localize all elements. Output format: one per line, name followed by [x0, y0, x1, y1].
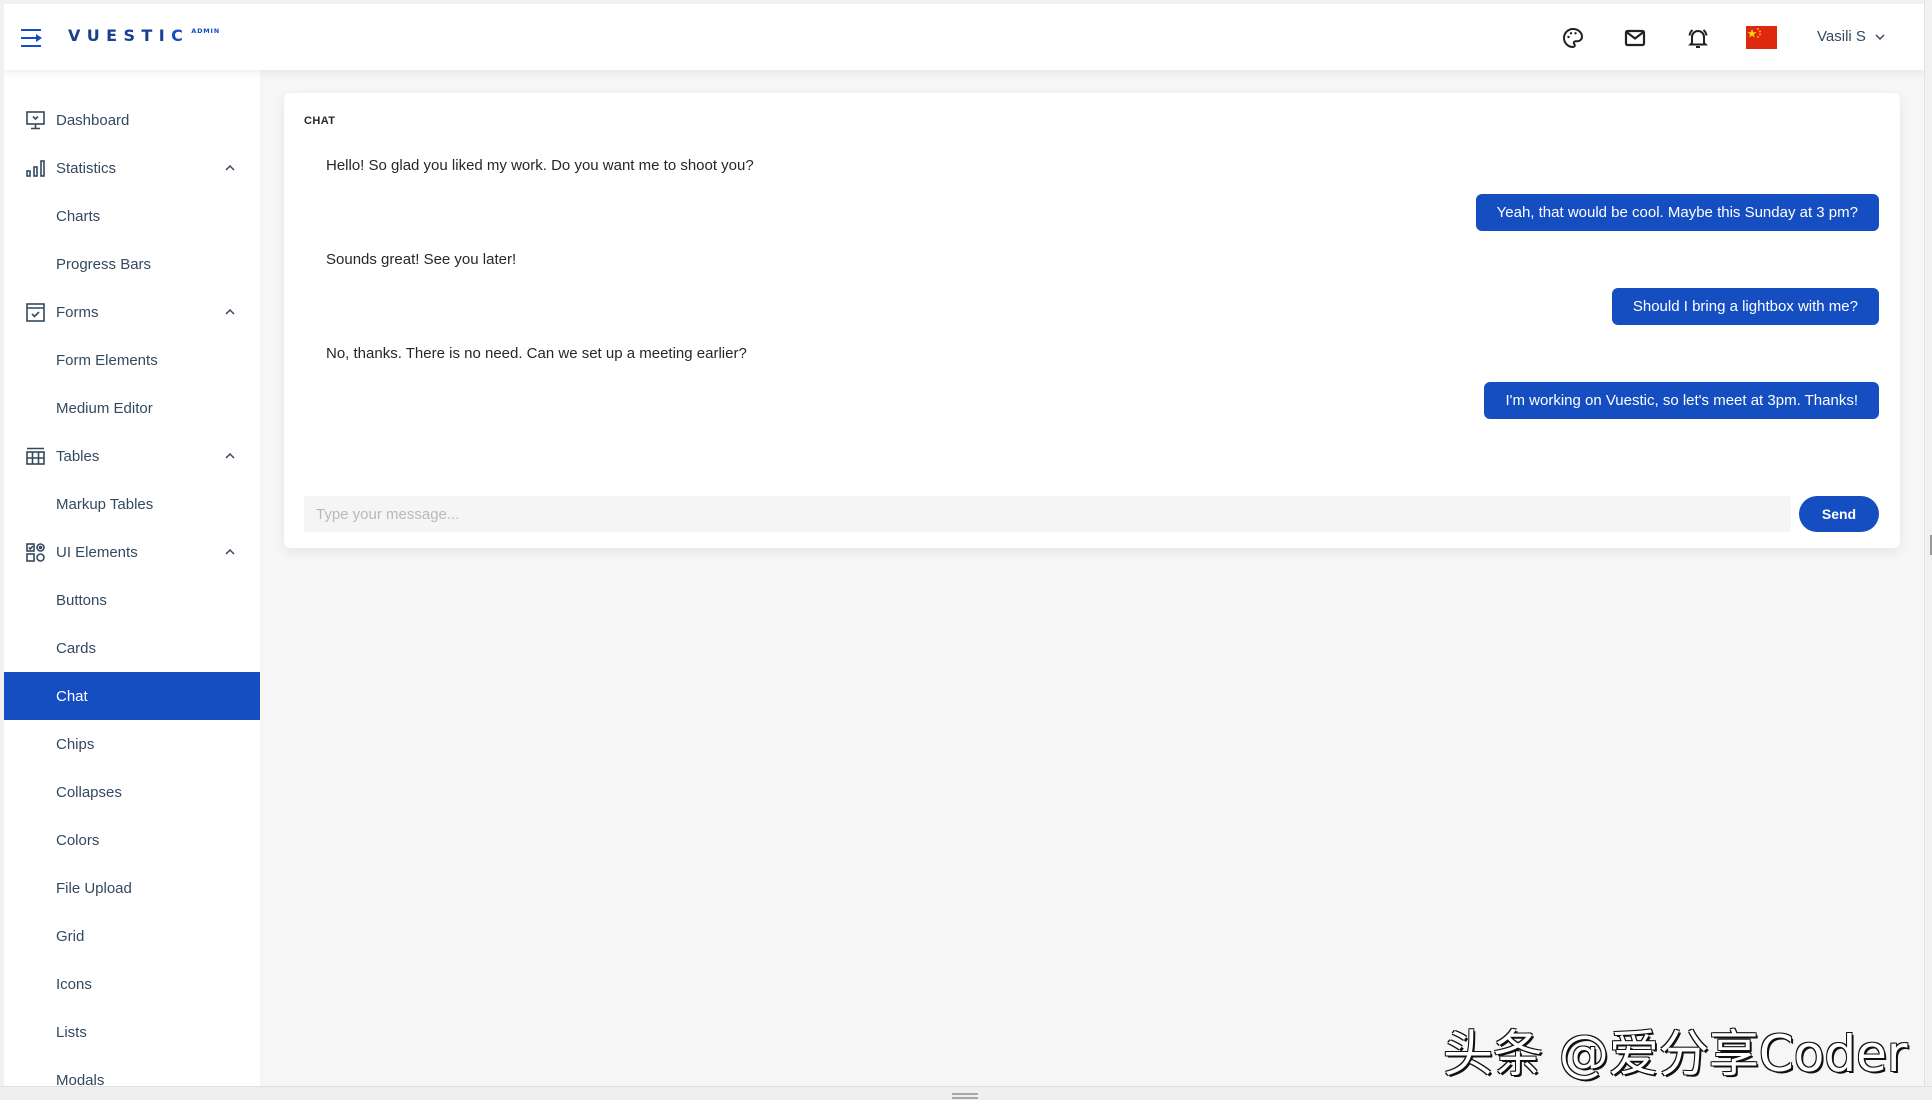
sidebar-item-label: Chat: [56, 687, 88, 705]
top-navbar: VUESTIC ADMIN Vasili S: [4, 4, 1924, 70]
sidebar-item-lists[interactable]: Lists: [4, 1008, 260, 1056]
message-list: Hello! So glad you liked my work. Do you…: [304, 142, 1879, 424]
sidebar-item-label: Forms: [56, 303, 99, 321]
forms-icon: [25, 302, 46, 323]
logo[interactable]: VUESTIC ADMIN: [68, 26, 220, 45]
sidebar-item-label: Modals: [56, 1071, 105, 1087]
message-text: Sounds great! See you later!: [326, 251, 517, 268]
sidebar-item-medium-editor[interactable]: Medium Editor: [4, 384, 260, 432]
sidebar-item-label: Tables: [56, 447, 100, 465]
message-text: Hello! So glad you liked my work. Do you…: [326, 157, 754, 174]
user-dropdown[interactable]: Vasili S: [1817, 28, 1886, 45]
sidebar-item-file-upload[interactable]: File Upload: [4, 864, 260, 912]
sidebar-item-icons[interactable]: Icons: [4, 960, 260, 1008]
sidebar-item-form-elements[interactable]: Form Elements: [4, 336, 260, 384]
palette-icon[interactable]: [1561, 26, 1585, 50]
message-text: Should I bring a lightbox with me?: [1632, 298, 1858, 315]
sidebar-item-label: File Upload: [56, 879, 132, 897]
menu-toggle-icon[interactable]: [21, 28, 45, 48]
dashboard-icon: [25, 110, 46, 131]
incoming-message: Hello! So glad you liked my work. Do you…: [304, 142, 1879, 189]
sidebar-item-forms[interactable]: Forms: [4, 288, 260, 336]
sidebar-item-chips[interactable]: Chips: [4, 720, 260, 768]
sidebar-item-label: Cards: [56, 639, 97, 657]
send-button[interactable]: Send: [1799, 496, 1879, 532]
sidebar-item-dashboard[interactable]: Dashboard: [4, 96, 260, 144]
watermark: 头条 @爱分享Coder: [1443, 1025, 1908, 1083]
sidebar-item-label: Progress Bars: [56, 255, 152, 273]
sidebar-item-label: Medium Editor: [56, 399, 153, 417]
incoming-message: No, thanks. There is no need. Can we set…: [304, 330, 1879, 377]
sidebar: Dashboard Statistics Charts Progress Bars Fo…: [4, 70, 260, 1086]
message-bubble: Yeah, that would be cool. Maybe this Sun…: [1475, 194, 1879, 231]
message-input[interactable]: [304, 496, 1791, 532]
sidebar-item-label: Grid: [56, 927, 85, 945]
sidebar-item-label: Statistics: [56, 159, 117, 177]
chevron-up-icon[interactable]: [224, 305, 236, 317]
chat-card: CHAT Hello! So glad you liked my work. D…: [284, 93, 1900, 548]
sidebar-item-label: UI Elements: [56, 543, 138, 561]
sidebar-item-colors[interactable]: Colors: [4, 816, 260, 864]
sidebar-item-label: Chips: [56, 735, 95, 753]
sidebar-item-label: Colors: [56, 831, 100, 849]
tables-icon: [25, 446, 46, 467]
sidebar-item-modals[interactable]: Modals: [4, 1056, 260, 1087]
sidebar-item-buttons[interactable]: Buttons: [4, 576, 260, 624]
sidebar-item-label: Charts: [56, 207, 101, 225]
sidebar-item-statistics[interactable]: Statistics: [4, 144, 260, 192]
sidebar-item-ui-elements[interactable]: UI Elements: [4, 528, 260, 576]
resize-handle[interactable]: [952, 1093, 978, 1099]
logo-text: VUESTIC: [68, 26, 190, 45]
incoming-message: Sounds great! See you later!: [304, 236, 1879, 283]
bell-icon[interactable]: [1686, 26, 1710, 50]
chevron-up-icon[interactable]: [224, 449, 236, 461]
sidebar-item-label: Lists: [56, 1023, 87, 1041]
user-name: Vasili S: [1817, 28, 1866, 45]
outgoing-message: I'm working on Vuestic, so let's meet at…: [304, 377, 1879, 424]
statistics-icon: [25, 158, 46, 179]
chevron-up-icon[interactable]: [224, 545, 236, 557]
outgoing-message: Should I bring a lightbox with me?: [304, 283, 1879, 330]
sidebar-item-chat[interactable]: Chat: [4, 672, 260, 720]
message-bubble: Should I bring a lightbox with me?: [1611, 288, 1879, 325]
logo-subtitle: ADMIN: [191, 27, 221, 35]
sidebar-nav: Dashboard Statistics Charts Progress Bars Fo…: [4, 70, 260, 1086]
sidebar-item-collapses[interactable]: Collapses: [4, 768, 260, 816]
sidebar-item-label: Dashboard: [56, 111, 130, 129]
message-bubble: I'm working on Vuestic, so let's meet at…: [1484, 382, 1879, 419]
sidebar-item-tables[interactable]: Tables: [4, 432, 260, 480]
card-title: CHAT: [304, 115, 336, 127]
sidebar-item-markup-tables[interactable]: Markup Tables: [4, 480, 260, 528]
sidebar-item-label: Buttons: [56, 591, 107, 609]
chevron-down-icon: [1875, 33, 1885, 40]
mail-icon[interactable]: [1623, 26, 1647, 50]
sidebar-item-grid[interactable]: Grid: [4, 912, 260, 960]
sidebar-item-cards[interactable]: Cards: [4, 624, 260, 672]
chevron-up-icon[interactable]: [224, 161, 236, 173]
ui-elements-icon: [25, 542, 46, 563]
message-text: Yeah, that would be cool. Maybe this Sun…: [1496, 204, 1858, 221]
sidebar-item-label: Form Elements: [56, 351, 158, 369]
china-flag-icon[interactable]: [1746, 26, 1777, 49]
sidebar-item-label: Icons: [56, 975, 92, 993]
sidebar-item-label: Collapses: [56, 783, 122, 801]
message-text: I'm working on Vuestic, so let's meet at…: [1505, 392, 1858, 409]
outgoing-message: Yeah, that would be cool. Maybe this Sun…: [304, 189, 1879, 236]
sidebar-item-charts[interactable]: Charts: [4, 192, 260, 240]
message-text: No, thanks. There is no need. Can we set…: [326, 345, 747, 362]
sidebar-item-progress-bars[interactable]: Progress Bars: [4, 240, 260, 288]
app: VUESTIC ADMIN Vasili S Dashboard Statist…: [4, 4, 1924, 1086]
sidebar-item-label: Markup Tables: [56, 495, 154, 513]
